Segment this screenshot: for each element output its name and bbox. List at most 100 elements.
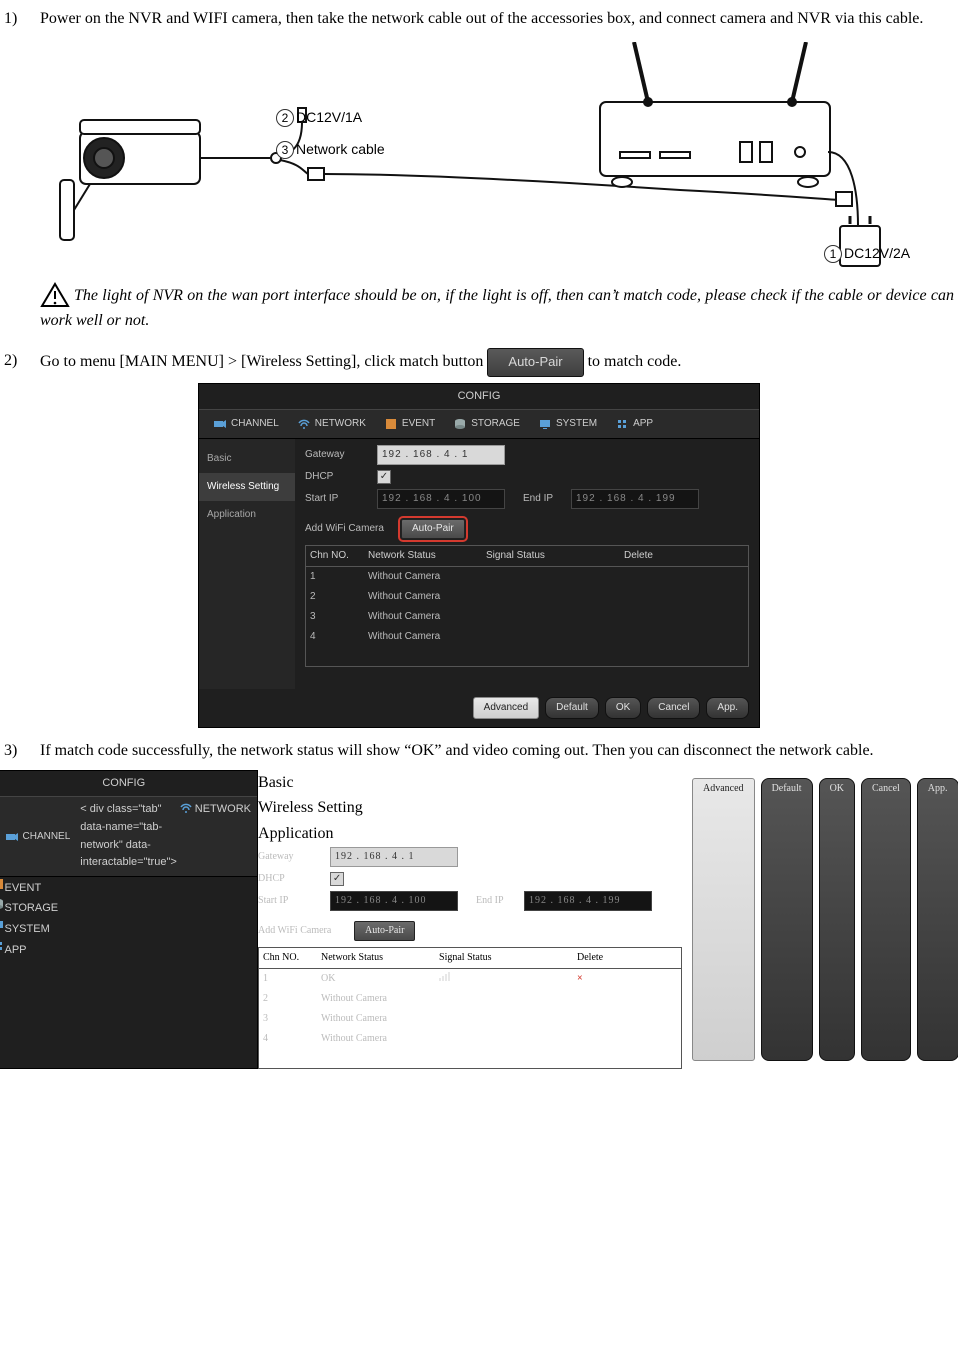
step-2: 2) Go to menu [MAIN MENU] > [Wireless Se… [4,348,954,377]
auto-pair-button[interactable]: Auto-Pair [354,921,415,941]
input-start-ip[interactable]: 192 . 168 . 4 . 100 [330,891,458,911]
advanced-button[interactable]: Advanced [692,778,755,1061]
config-window-2: CONFIG CHANNEL < div class="tab" data-na… [0,770,258,1069]
table-row: 1 OK × [259,969,681,989]
sidebar-item-wireless-setting[interactable]: Wireless Setting [199,473,295,501]
input-start-ip[interactable]: 192 . 168 . 4 . 100 [377,489,505,509]
label-dhcp: DHCP [258,871,330,887]
table-row: 2Without Camera [306,587,748,607]
wifi-icon [179,801,193,871]
sidebar-item-application[interactable]: Application [258,821,682,847]
table-row: 3Without Camera [259,1009,681,1029]
step-3: 3) If match code successfully, the netwo… [4,738,954,764]
default-button[interactable]: Default [545,697,599,719]
step-1-text: Power on the NVR and WIFI camera, then t… [40,6,954,32]
config-sidebar: Basic Wireless Setting Application [199,439,295,689]
input-gateway[interactable]: 192 . 168 . 4 . 1 [330,847,458,867]
signal-bars-icon [435,969,573,989]
app-button[interactable]: App. [706,697,749,719]
step-2-num: 2) [4,348,40,377]
tab-event[interactable]: EVENT [376,414,443,434]
app-button[interactable]: App. [917,778,958,1061]
label-end-ip: End IP [476,893,524,909]
default-button[interactable]: Default [761,778,813,1061]
col-delete: Delete [620,546,728,566]
sidebar-item-basic[interactable]: Basic [199,445,295,473]
wiring-diagram: 2DC12V/1A 3Network cable 1DC12V/2A [40,42,920,272]
label-end-ip: End IP [523,491,571,507]
ok-button[interactable]: OK [605,697,641,719]
label-add-wifi-camera: Add WiFi Camera [305,521,401,537]
table-row: 3Without Camera [306,607,748,627]
config-main: Gateway 192 . 168 . 4 . 1 DHCP ✓ Start I… [295,439,759,689]
delete-icon[interactable]: × [577,973,583,984]
camera-table: Chn NO. Network Status Signal Status Del… [258,947,682,1069]
label-add-wifi-camera: Add WiFi Camera [258,923,354,939]
camera-icon [5,830,19,844]
warning-icon [40,282,70,308]
cancel-button[interactable]: Cancel [861,778,911,1061]
circle-3: 3 [276,141,294,159]
step-1: 1) Power on the NVR and WIFI camera, the… [4,6,954,32]
tab-channel[interactable]: CHANNEL [0,801,78,871]
config-tabs: CHANNEL < div class="tab" data-name="tab… [0,796,257,876]
table-row: 4Without Camera [306,627,748,647]
auto-pair-button-inline[interactable]: Auto-Pair [487,348,583,377]
tab-app[interactable]: APP [607,414,661,434]
sidebar-item-wireless-setting[interactable]: Wireless Setting [258,795,682,821]
step-3-text: If match code successfully, the network … [40,738,954,764]
event-icon [384,417,398,431]
step-1-num: 1) [4,6,40,32]
config-button-bar: Advanced Default OK Cancel App. [682,770,958,1069]
tab-channel[interactable]: CHANNEL [205,414,287,434]
config-button-bar: Advanced Default OK Cancel App. [199,689,759,727]
diagram-label-network-cable: 3Network cable [276,138,385,160]
col-delete: Delete [573,948,681,968]
input-end-ip[interactable]: 192 . 168 . 4 . 199 [524,891,652,911]
camera-icon [213,417,227,431]
tab-network[interactable]: NETWORK [289,414,374,434]
col-signal-status: Signal Status [482,546,620,566]
config-sidebar: Basic Wireless Setting Application [258,770,682,847]
diagram-label-dc12v-2a: 1DC12V/2A [824,242,910,264]
warning-note: The light of NVR on the wan port interfa… [40,282,954,334]
label-gateway: Gateway [305,447,377,463]
ok-button[interactable]: OK [819,778,855,1061]
circle-1: 1 [824,245,842,263]
step-3-num: 3) [4,738,40,764]
step-2-text: Go to menu [MAIN MENU] > [Wireless Setti… [40,348,954,377]
cancel-button[interactable]: Cancel [647,697,700,719]
storage-icon [453,417,467,431]
config-title: CONFIG [199,384,759,410]
col-signal-status: Signal Status [435,948,573,968]
col-network-status: Network Status [364,546,482,566]
auto-pair-button[interactable]: Auto-Pair [401,519,465,539]
label-start-ip: Start IP [305,491,377,507]
warning-text: The light of NVR on the wan port interfa… [40,287,954,330]
config-window-1: CONFIG CHANNEL NETWORK EVENT STORAGE SYS… [198,383,760,729]
tab-system[interactable]: SYSTEM [530,414,605,434]
checkbox-dhcp[interactable]: ✓ [377,470,391,484]
label-gateway: Gateway [258,849,330,865]
table-row: 2Without Camera [259,989,681,1009]
tab-storage[interactable]: STORAGE [0,897,257,918]
col-chn-no: Chn NO. [259,948,317,968]
input-gateway[interactable]: 192 . 168 . 4 . 1 [377,445,505,465]
table-row: 1Without Camera [306,567,748,587]
table-row: 4Without Camera [259,1029,681,1049]
tab-storage[interactable]: STORAGE [445,414,528,434]
tab-event[interactable]: EVENT [0,877,257,898]
system-icon [538,417,552,431]
tab-system[interactable]: SYSTEM [0,918,257,939]
tab-app[interactable]: APP [0,939,257,960]
sidebar-item-basic[interactable]: Basic [258,770,682,796]
checkbox-dhcp[interactable]: ✓ [330,872,344,886]
sidebar-item-application[interactable]: Application [199,501,295,529]
config-tabs: CHANNEL NETWORK EVENT STORAGE SYSTEM APP [199,409,759,439]
config-main: Gateway 192 . 168 . 4 . 1 DHCP ✓ Start I… [258,847,682,1069]
input-end-ip[interactable]: 192 . 168 . 4 . 199 [571,489,699,509]
config-title: CONFIG [0,771,257,797]
advanced-button[interactable]: Advanced [473,697,539,719]
wifi-icon [297,417,311,431]
diagram-label-dc12v-1a: 2DC12V/1A [276,106,362,128]
